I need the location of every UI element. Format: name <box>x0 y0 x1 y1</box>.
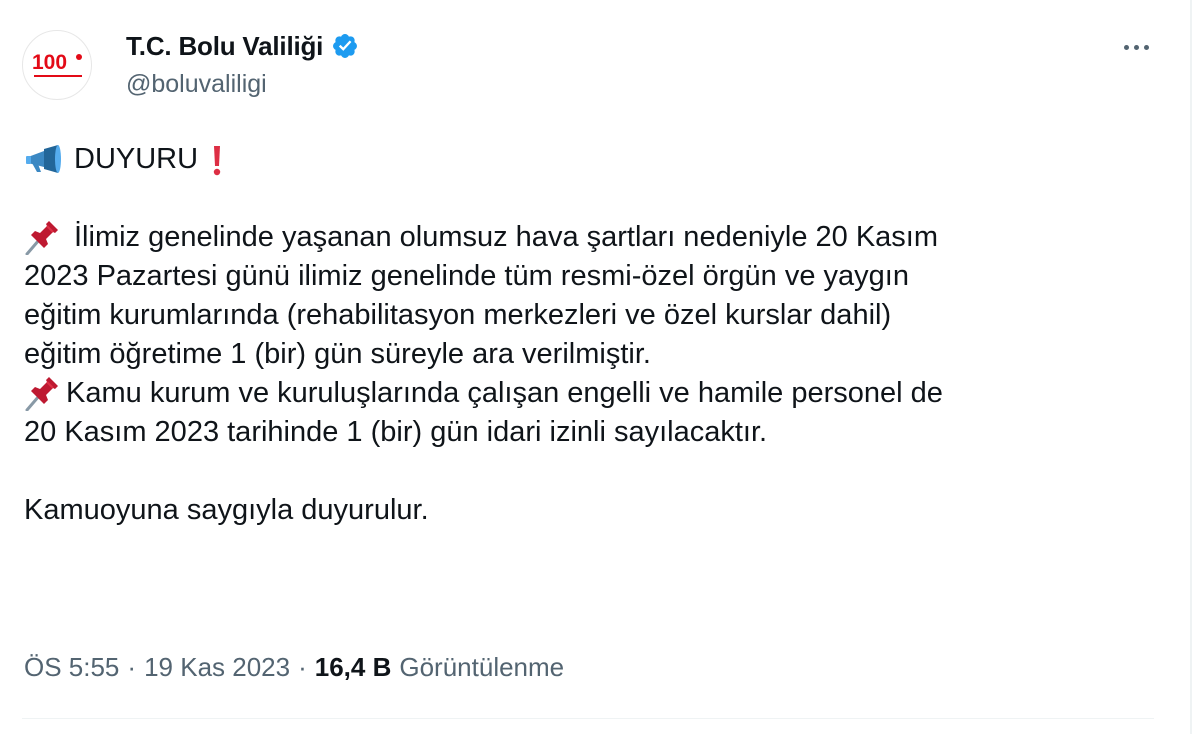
more-options-button[interactable] <box>1116 30 1156 64</box>
tweet-line: 2023 Pazartesi günü ilimiz genelinde tüm… <box>24 257 1154 296</box>
avatar[interactable]: 100 <box>22 30 92 100</box>
tweet-line: eğitim öğretime 1 (bir) gün süreyle ara … <box>24 335 1154 374</box>
tweet-line-text: İlimiz genelinde yaşanan olumsuz hava şa… <box>74 221 939 253</box>
verified-badge-icon <box>331 32 359 60</box>
tweet-line: eğitim kurumlarında (rehabilitasyon merk… <box>24 296 1154 335</box>
tweet-line-text: 2023 Pazartesi günü ilimiz genelinde tüm… <box>24 260 909 292</box>
more-dot-icon <box>1123 44 1129 50</box>
meta-separator: · <box>298 651 307 682</box>
svg-text:100: 100 <box>32 51 67 74</box>
tweet-date[interactable]: 19 Kas 2023 <box>144 652 290 683</box>
views-count[interactable]: 16,4 B <box>315 652 392 683</box>
tweet-line-text: 20 Kasım 2023 tarihinde 1 (bir) gün idar… <box>24 416 768 448</box>
meta-separator: · <box>127 651 137 682</box>
tweet-line-text: eğitim öğretime 1 (bir) gün süreyle ara … <box>24 338 651 370</box>
views-label[interactable]: Görüntülenme <box>399 652 564 683</box>
pushpin-icon <box>24 220 62 255</box>
more-dot-icon <box>1143 44 1149 50</box>
tweet-card: 100 T.C. Bolu Valiliği @boluvaliligi DUY… <box>0 0 1192 734</box>
tweet-line: İlimiz genelinde yaşanan olumsuz hava şa… <box>24 218 1154 257</box>
more-dot-icon <box>1133 44 1139 50</box>
tweet-line: DUYURU <box>24 140 1154 179</box>
author-display-name[interactable]: T.C. Bolu Valiliği <box>126 31 323 62</box>
avatar-logo: 100 <box>32 51 82 77</box>
author-name-row: T.C. Bolu Valiliği <box>126 28 359 64</box>
pushpin-icon <box>24 376 62 411</box>
tweet-text: DUYURU İlimiz genelinde yaşanan olumsuz … <box>24 140 1154 530</box>
megaphone-icon <box>24 143 62 177</box>
tweet-meta: ÖS 5:55 · 19 Kas 2023 · 16,4 B Görüntüle… <box>24 648 564 686</box>
tweet-line: Kamu kurum ve kuruluşlarında çalışan eng… <box>24 374 1154 413</box>
tweet-line-text: Kamu kurum ve kuruluşlarında çalışan eng… <box>66 377 943 409</box>
tweet-line-text: eğitim kurumlarında (rehabilitasyon merk… <box>24 299 892 331</box>
tweet-line: 20 Kasım 2023 tarihinde 1 (bir) gün idar… <box>24 413 1154 452</box>
tweet-line-text: Kamuoyuna saygıyla duyurulur. <box>24 494 429 526</box>
author-handle[interactable]: @boluvaliligi <box>126 70 267 99</box>
divider <box>22 718 1154 719</box>
tweet-line: Kamuoyuna saygıyla duyurulur. <box>24 491 1154 530</box>
tweet-line-text: DUYURU <box>74 143 199 175</box>
exclamation-icon <box>208 143 226 177</box>
tweet-time[interactable]: ÖS 5:55 <box>24 652 119 683</box>
